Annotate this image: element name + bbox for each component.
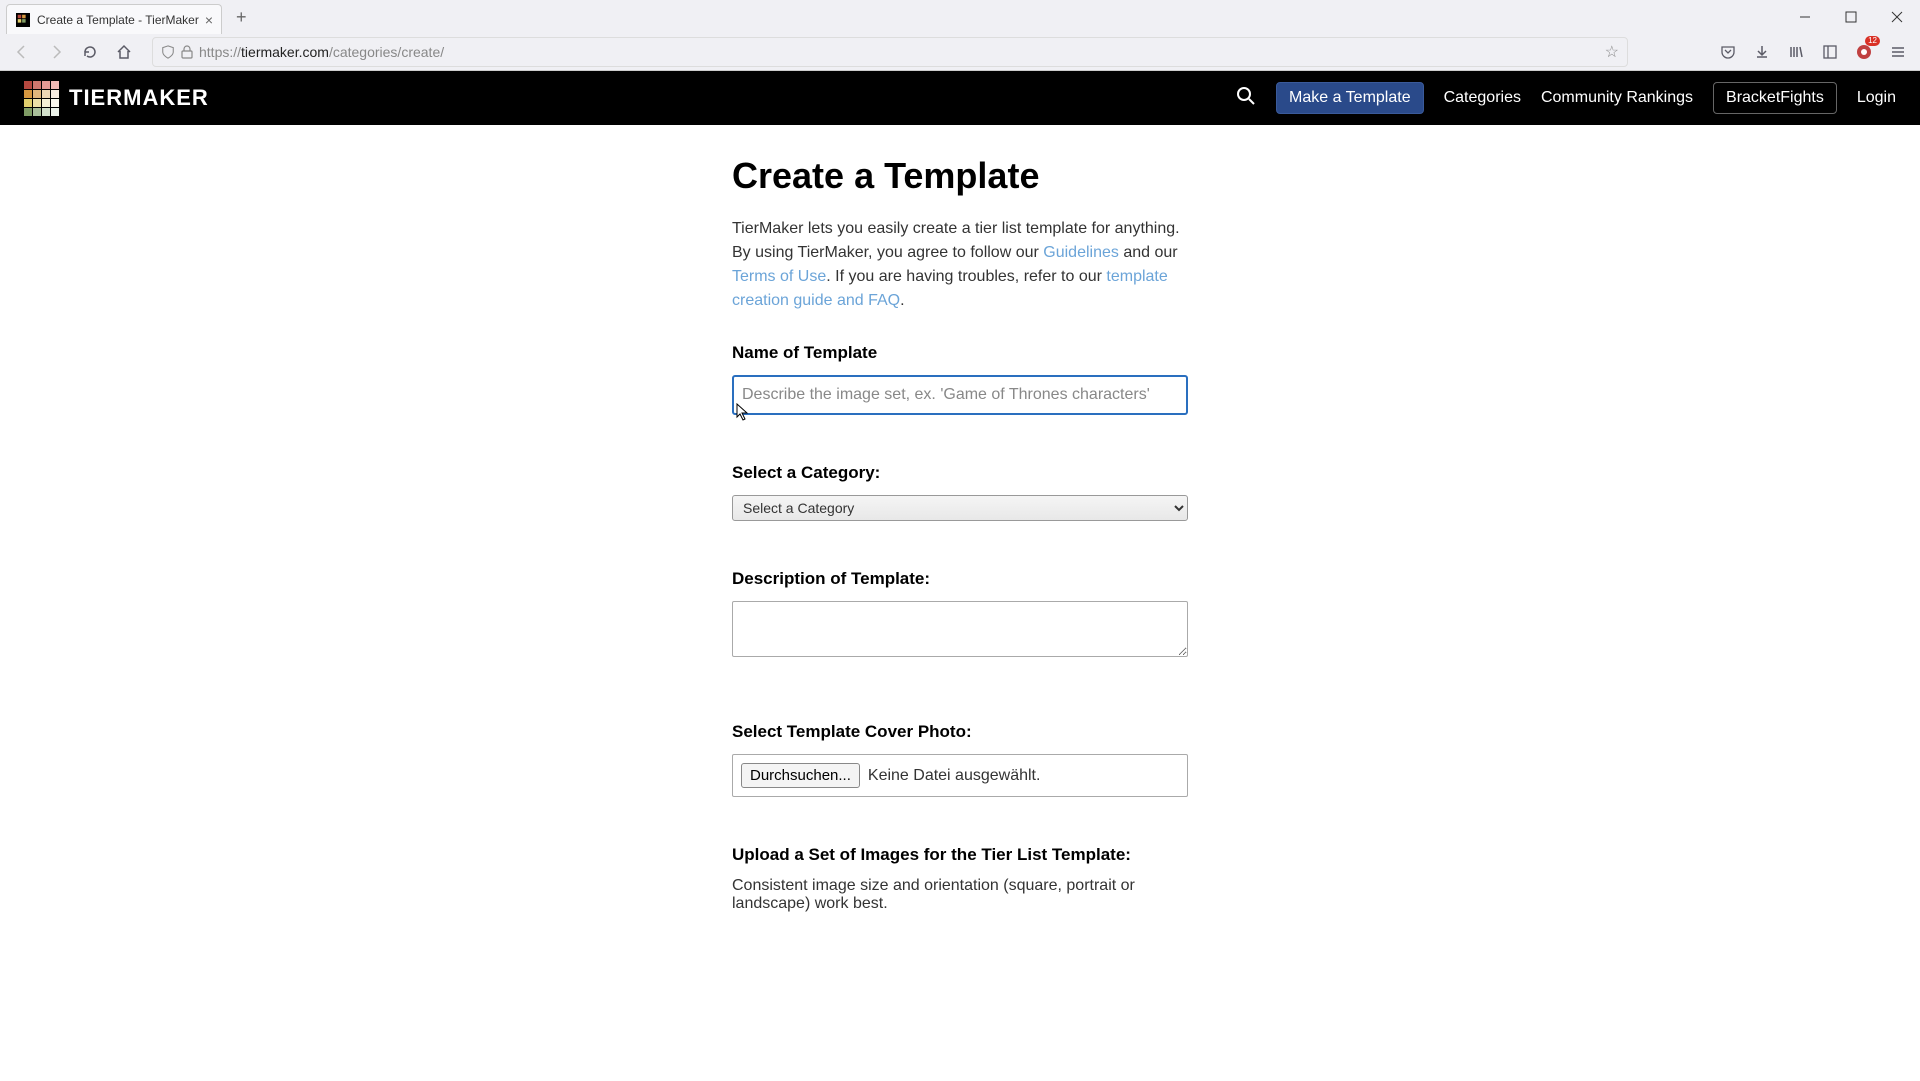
nav-bracketfights-button[interactable]: BracketFights [1713,82,1837,114]
logo-text: TIERMAKER [69,85,209,111]
nav-home-button[interactable] [110,38,138,66]
window-close-button[interactable] [1874,0,1920,34]
downloads-icon[interactable] [1748,38,1776,66]
nav-login-link[interactable]: Login [1857,89,1896,107]
guidelines-link[interactable]: Guidelines [1043,244,1119,261]
window-maximize-button[interactable] [1828,0,1874,34]
description-textarea[interactable] [732,601,1188,657]
library-icon[interactable] [1782,38,1810,66]
logo-grid-icon [24,81,59,116]
nav-forward-button[interactable] [42,38,70,66]
upload-hint: Consistent image size and orientation (s… [732,877,1188,913]
cover-file-row: Durchsuchen... Keine Datei ausgewählt. [732,754,1188,797]
pocket-icon[interactable] [1714,38,1742,66]
browser-tab[interactable]: Create a Template - TierMaker × [6,4,222,34]
intro-paragraph: TierMaker lets you easily create a tier … [732,217,1188,313]
cover-file-status: Keine Datei ausgewählt. [868,767,1041,785]
window-minimize-button[interactable] [1782,0,1828,34]
extension-icon[interactable]: 12 [1850,38,1878,66]
cover-file-button[interactable]: Durchsuchen... [741,763,860,788]
bookmark-star-icon[interactable]: ☆ [1605,42,1619,62]
upload-label: Upload a Set of Images for the Tier List… [732,845,1188,865]
terms-link[interactable]: Terms of Use [732,268,826,285]
sidebar-icon[interactable] [1816,38,1844,66]
tab-title: Create a Template - TierMaker [37,13,199,27]
page-title: Create a Template [732,155,1188,197]
description-label: Description of Template: [732,569,1188,589]
name-label: Name of Template [732,343,1188,363]
site-logo[interactable]: TIERMAKER [24,81,209,116]
shield-icon [161,45,175,59]
template-name-input[interactable] [732,375,1188,415]
nav-reload-button[interactable] [76,38,104,66]
search-icon[interactable] [1236,86,1256,111]
address-bar[interactable]: https://tiermaker.com/categories/create/… [152,37,1628,67]
lock-icon [181,45,193,59]
category-label: Select a Category: [732,463,1188,483]
new-tab-button[interactable]: + [230,7,253,28]
tab-favicon [15,12,31,28]
cover-label: Select Template Cover Photo: [732,722,1188,742]
nav-back-button[interactable] [8,38,36,66]
nav-make-template-button[interactable]: Make a Template [1276,82,1424,114]
nav-categories-link[interactable]: Categories [1444,89,1521,107]
url-text: https://tiermaker.com/categories/create/ [199,44,444,60]
category-select[interactable]: Select a Category [732,495,1188,521]
menu-icon[interactable] [1884,38,1912,66]
nav-community-link[interactable]: Community Rankings [1541,89,1693,107]
page-viewport[interactable]: TIERMAKER Make a Template Categories Com… [0,71,1920,1081]
site-header: TIERMAKER Make a Template Categories Com… [0,71,1920,125]
tab-close-icon[interactable]: × [205,12,213,28]
